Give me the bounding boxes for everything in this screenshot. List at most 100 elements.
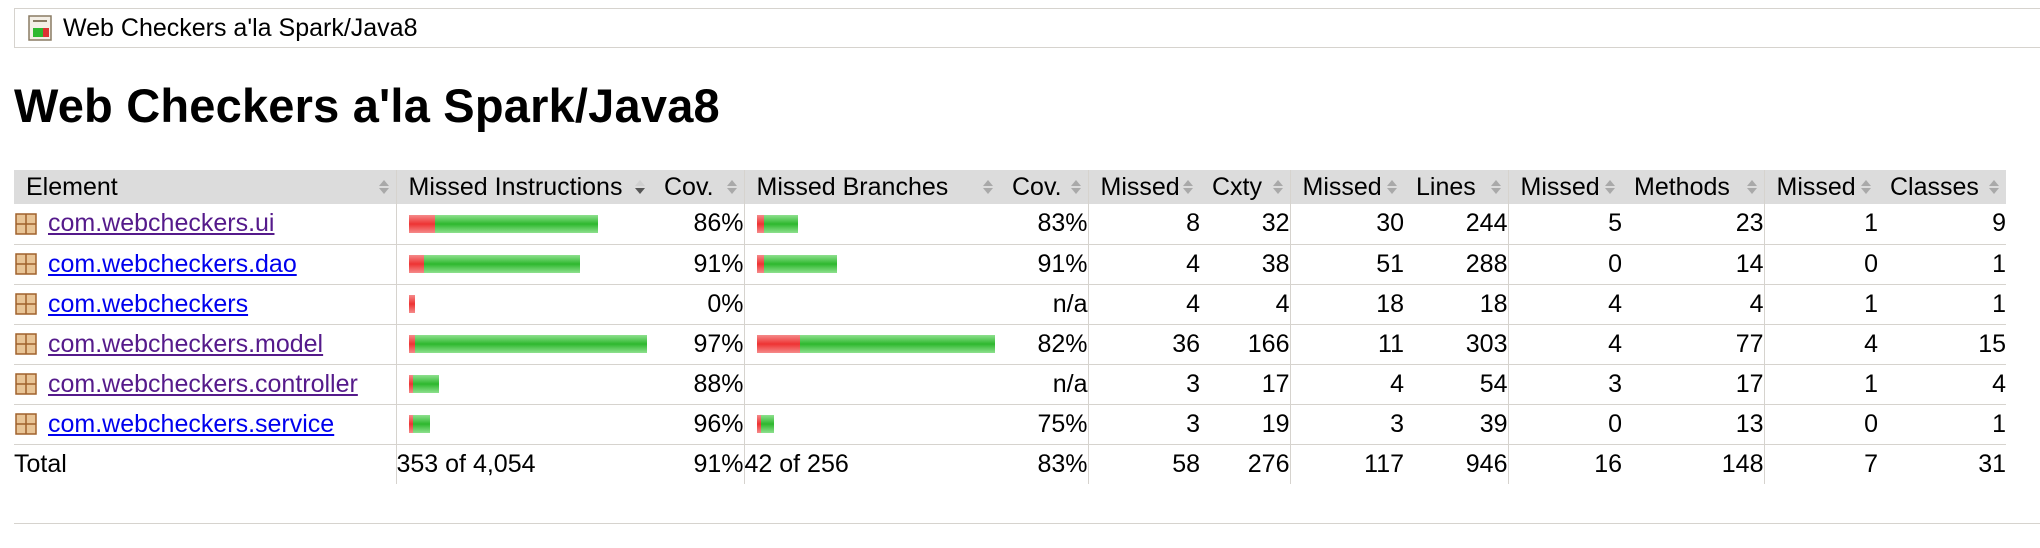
total-row: Total 353 of 4,054 91% 42 of 256 83% 58 … — [14, 443, 2006, 484]
classes-cell: 1 — [1878, 404, 2006, 445]
covered-bar-segment — [412, 375, 439, 393]
missed-methods-cell: 4 — [1508, 284, 1622, 325]
missed-classes-cell: 0 — [1764, 244, 1878, 285]
missed-lines-cell: 30 — [1290, 204, 1404, 245]
cxty-cell: 166 — [1200, 324, 1291, 365]
missed-bar-segment — [408, 214, 435, 233]
lines-cell: 244 — [1404, 204, 1509, 245]
covered-bar-segment — [799, 335, 995, 353]
column-header-classes[interactable]: Classes — [1878, 170, 2006, 204]
instructions-bar-cell — [396, 404, 652, 445]
column-header-missed-lines[interactable]: Missed — [1290, 170, 1404, 204]
total-cxty: 276 — [1200, 443, 1291, 484]
branches-bar-cell — [744, 244, 1000, 285]
sort-icon — [1989, 180, 1999, 194]
lines-cell: 54 — [1404, 364, 1509, 405]
header-label: Methods — [1634, 172, 1730, 201]
package-icon — [15, 413, 37, 435]
header-label: Classes — [1890, 172, 1979, 201]
branches-coverage: n/a — [1000, 284, 1089, 325]
total-missed-branches: 42 of 256 — [744, 443, 1000, 484]
missed-lines-cell: 18 — [1290, 284, 1404, 325]
table-row: com.webcheckers 0% n/a 4 4 18 18 4 4 1 1 — [14, 284, 2006, 325]
column-header-missed-methods[interactable]: Missed — [1508, 170, 1622, 204]
total-label: Total — [14, 443, 397, 484]
package-link[interactable]: com.webcheckers — [48, 290, 248, 319]
cxty-cell: 38 — [1200, 244, 1291, 285]
classes-cell: 1 — [1878, 284, 2006, 325]
total-branches-coverage: 83% — [1000, 443, 1089, 484]
element-cell: com.webcheckers.service — [14, 404, 397, 445]
cxty-cell: 17 — [1200, 364, 1291, 405]
column-header-missed-cxty[interactable]: Missed — [1088, 170, 1200, 204]
branches-coverage-bar — [745, 295, 1001, 313]
cxty-cell: 4 — [1200, 284, 1291, 325]
column-header-instructions-coverage[interactable]: Cov. — [652, 170, 745, 204]
missed-cxty-cell: 4 — [1088, 284, 1200, 325]
column-header-missed-branches[interactable]: Missed Branches — [744, 170, 1000, 204]
total-missed-classes: 7 — [1764, 443, 1878, 484]
header-label: Missed — [1520, 172, 1600, 201]
total-missed-methods: 16 — [1508, 443, 1622, 484]
sort-icon — [1746, 180, 1757, 194]
classes-cell: 15 — [1878, 324, 2006, 365]
header-label: Missed — [1100, 172, 1180, 201]
column-header-element[interactable]: Element — [14, 170, 397, 204]
element-cell: com.webcheckers — [14, 284, 397, 325]
column-header-branches-coverage[interactable]: Cov. — [1000, 170, 1089, 204]
element-cell: com.webcheckers.controller — [14, 364, 397, 405]
covered-bar-segment — [763, 255, 837, 273]
table-row: com.webcheckers.ui 86% 83% 8 32 30 244 5 23 1 9 — [14, 204, 2006, 245]
column-header-missed-classes[interactable]: Missed — [1764, 170, 1878, 204]
methods-cell: 4 — [1622, 284, 1765, 325]
missed-methods-cell: 0 — [1508, 404, 1622, 445]
column-header-lines[interactable]: Lines — [1404, 170, 1509, 204]
table-row: com.webcheckers.dao 91% 91% 4 38 51 288 0 14 0 1 — [14, 244, 2006, 285]
package-link[interactable]: com.webcheckers.ui — [48, 209, 274, 238]
element-cell: com.webcheckers.dao — [14, 244, 397, 285]
package-link[interactable]: com.webcheckers.dao — [48, 250, 297, 279]
column-header-cxty[interactable]: Cxty — [1200, 170, 1291, 204]
lines-cell: 39 — [1404, 404, 1509, 445]
missed-cxty-cell: 4 — [1088, 244, 1200, 285]
header-label: Lines — [1416, 172, 1476, 201]
instructions-coverage: 88% — [652, 364, 745, 405]
total-missed-cxty: 58 — [1088, 443, 1200, 484]
header-label: Cxty — [1212, 172, 1262, 201]
missed-methods-cell: 3 — [1508, 364, 1622, 405]
column-header-missed-instructions[interactable]: Missed Instructions — [396, 170, 652, 204]
package: com.webcheckers.ui — [14, 209, 396, 238]
sort-icon — [1861, 180, 1871, 194]
missed-lines-cell: 3 — [1290, 404, 1404, 445]
header-label: Cov. — [664, 172, 714, 201]
branches-coverage: 75% — [1000, 404, 1089, 445]
total-instructions-coverage: 91% — [652, 443, 745, 484]
header-row: Element Missed Instructions Cov. Missed … — [14, 170, 2006, 204]
covered-bar-segment — [434, 214, 598, 233]
branches-bar-cell — [744, 204, 1000, 245]
missed-methods-cell: 5 — [1508, 204, 1622, 245]
branches-bar-cell — [744, 364, 1000, 405]
instructions-coverage: 86% — [652, 204, 745, 245]
methods-cell: 13 — [1622, 404, 1765, 445]
instructions-coverage: 0% — [652, 284, 745, 325]
package-link[interactable]: com.webcheckers.controller — [48, 370, 358, 399]
package-link[interactable]: com.webcheckers.model — [48, 330, 323, 359]
instructions-bar-cell — [396, 284, 652, 325]
breadcrumb-label: Web Checkers a'la Spark/Java8 — [63, 13, 418, 42]
missed-bar-segment — [756, 214, 764, 233]
total-missed-lines: 117 — [1290, 443, 1404, 484]
instructions-coverage-bar — [397, 255, 653, 273]
package-link[interactable]: com.webcheckers.service — [48, 410, 334, 439]
column-header-methods[interactable]: Methods — [1622, 170, 1765, 204]
branches-coverage: n/a — [1000, 364, 1089, 405]
instructions-bar-cell — [396, 364, 652, 405]
header-label: Missed Instructions — [408, 172, 623, 201]
package-icon — [15, 293, 37, 315]
header-label: Element — [26, 172, 118, 201]
branches-coverage: 91% — [1000, 244, 1089, 285]
sort-icon — [1490, 180, 1501, 194]
missed-lines-cell: 51 — [1290, 244, 1404, 285]
missed-methods-cell: 4 — [1508, 324, 1622, 365]
header-label: Missed — [1302, 172, 1382, 201]
